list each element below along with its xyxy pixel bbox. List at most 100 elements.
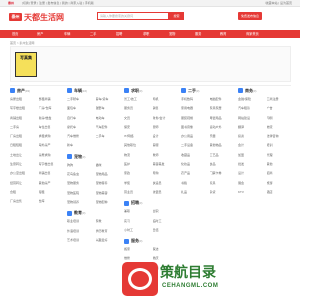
nav-item-car[interactable]: 车辆 (64, 30, 70, 38)
category-link[interactable]: 新房/楼盘 (39, 114, 65, 123)
nav-item-education[interactable]: 教育 (220, 30, 226, 38)
category-link[interactable]: 其他房产 (39, 179, 65, 188)
category-link[interactable]: 保洁 (153, 245, 179, 254)
category-link[interactable]: 兼职 (124, 207, 150, 216)
category-link[interactable]: 教师 (153, 151, 179, 160)
city-label[interactable]: 泰州 (8, 1, 14, 5)
category-link[interactable]: 整租商铺 (39, 95, 65, 104)
nav-item-house[interactable]: 房产 (37, 30, 43, 38)
category-link[interactable]: KTV (238, 188, 264, 197)
category-link[interactable]: 金融/保险 (238, 95, 264, 104)
category-link[interactable]: 家教 (96, 217, 122, 226)
category-link[interactable]: 家用电器 (181, 104, 207, 113)
category-title[interactable]: 教育(0) (67, 209, 121, 217)
category-link[interactable]: 自行车 (67, 114, 93, 123)
category-link[interactable]: 宠物美容 (96, 189, 122, 198)
publish-button[interactable]: 免费发布信息 (238, 12, 262, 20)
category-link[interactable]: 办公室出租 (10, 169, 36, 178)
search-input[interactable]: 请输入你要搜索的关键词 (97, 12, 169, 20)
category-link[interactable]: 门票卡券 (210, 169, 236, 178)
category-link[interactable]: 招商 (267, 169, 293, 178)
banner-ad[interactable]: 写真集 (15, 52, 37, 77)
category-link[interactable]: 海外房产 (39, 141, 65, 150)
category-link[interactable]: 法律咨询 (267, 132, 293, 141)
category-link[interactable]: 办公用品 (181, 132, 207, 141)
category-link[interactable]: 普工/技工 (124, 95, 150, 104)
category-link[interactable]: 房屋求购 (39, 151, 65, 160)
top-links[interactable]: [切换] 登录 | 注册 | 发布信息 | 我的 | 商家入驻 | 手机版 (22, 1, 94, 5)
category-link[interactable]: 狗狗 (67, 161, 93, 170)
category-link[interactable]: 商铺出售 (39, 169, 65, 178)
category-link[interactable]: 经营转让 (10, 179, 36, 188)
category-link[interactable]: 实习 (124, 217, 150, 226)
category-link[interactable]: 仓库 (39, 197, 65, 206)
category-link[interactable]: 花鸟鱼虫 (67, 170, 93, 179)
nav-item-job[interactable]: 求职 (143, 30, 149, 38)
category-link[interactable]: 代理 (267, 151, 293, 160)
category-link[interactable]: 宠物寄养 (96, 179, 122, 188)
category-link[interactable]: 面包车 (67, 104, 93, 113)
category-title[interactable]: 求职(0) (124, 87, 178, 95)
category-link[interactable]: 日租短租 (10, 141, 36, 150)
category-link[interactable]: 杂货 (210, 188, 236, 197)
category-link[interactable]: 投资 (238, 132, 264, 141)
category-link[interactable]: 网站建设 (238, 114, 264, 123)
category-link[interactable]: 物流 (124, 151, 150, 160)
category-link[interactable]: 书籍 (181, 179, 207, 188)
category-link[interactable]: 猫咪 (96, 161, 122, 170)
category-link[interactable]: 二手车 (96, 132, 122, 141)
category-link[interactable]: 文员 (124, 114, 150, 123)
category-link[interactable]: 客服 (153, 141, 179, 150)
category-link[interactable]: 培训 (267, 141, 293, 150)
category-link[interactable]: 玩具 (210, 179, 236, 188)
category-link[interactable]: 土地出让 (10, 151, 36, 160)
category-link[interactable]: 合租 (10, 188, 36, 197)
category-link[interactable]: 化妆品 (181, 160, 207, 169)
category-link[interactable]: 服装鞋帽 (181, 114, 207, 123)
category-link[interactable]: 厂房出售 (10, 197, 36, 206)
category-link[interactable]: 翻译 (238, 123, 264, 132)
category-link[interactable]: 运动户外 (210, 123, 236, 132)
category-title[interactable]: 宠物(0) (67, 153, 121, 161)
category-link[interactable]: 厂房/仓库 (39, 104, 65, 113)
category-link[interactable]: 商铺出租 (10, 114, 36, 123)
category-link[interactable]: 客车/货车 (96, 95, 122, 104)
category-link[interactable]: 宠物医院 (67, 189, 93, 198)
category-link[interactable]: 营业员 (124, 188, 150, 197)
category-link[interactable]: 印刷 (267, 114, 293, 123)
category-link[interactable]: 母婴用品 (210, 114, 236, 123)
nav-item-home[interactable]: 首页 (12, 30, 18, 38)
brand-title[interactable]: 天都生活网 (24, 12, 64, 23)
category-link[interactable]: 越野车 (96, 104, 122, 113)
category-link[interactable]: 保安 (124, 123, 150, 132)
category-link[interactable]: 汽车租赁 (238, 104, 264, 113)
category-link[interactable]: 二手设备 (181, 141, 207, 150)
category-link[interactable]: 临时工 (153, 217, 179, 226)
category-link[interactable]: 电动车 (96, 114, 122, 123)
category-link[interactable]: 二手房 (10, 123, 36, 132)
category-title[interactable]: 车辆(16) (67, 87, 121, 95)
category-link[interactable]: 工艺品 (210, 151, 236, 160)
category-link[interactable]: 其他物品 (210, 141, 236, 150)
category-link[interactable]: 宠物用品 (96, 170, 122, 179)
category-link[interactable]: 工商注册 (267, 95, 293, 104)
category-link[interactable]: 乐器 (210, 132, 236, 141)
category-link[interactable]: 宠物领养 (67, 198, 93, 207)
category-link[interactable]: 设计 (153, 132, 179, 141)
site-logo[interactable]: 泰州 (9, 13, 22, 21)
category-link[interactable]: 车位出售 (39, 123, 65, 132)
category-link[interactable]: 写字楼出售 (39, 160, 65, 169)
nav-item-pet[interactable]: 宠物 (169, 30, 175, 38)
category-link[interactable]: 学历教育 (96, 227, 122, 236)
category-title[interactable]: 招聘(0) (124, 199, 178, 207)
category-link[interactable]: 礼品 (181, 188, 207, 197)
category-link[interactable]: 汽车配件 (96, 123, 122, 132)
category-link[interactable]: 其他 (267, 160, 293, 169)
category-link[interactable]: 收藏品 (181, 151, 207, 160)
category-link[interactable]: 展会 (238, 179, 264, 188)
category-link[interactable]: 短租 (39, 188, 65, 197)
category-link[interactable]: 导购 (153, 169, 179, 178)
category-title[interactable]: 商务(0) (238, 87, 292, 95)
top-right-links[interactable]: 收藏本站 | 设为首页 (266, 1, 292, 5)
category-link[interactable]: 新车 (67, 141, 93, 150)
